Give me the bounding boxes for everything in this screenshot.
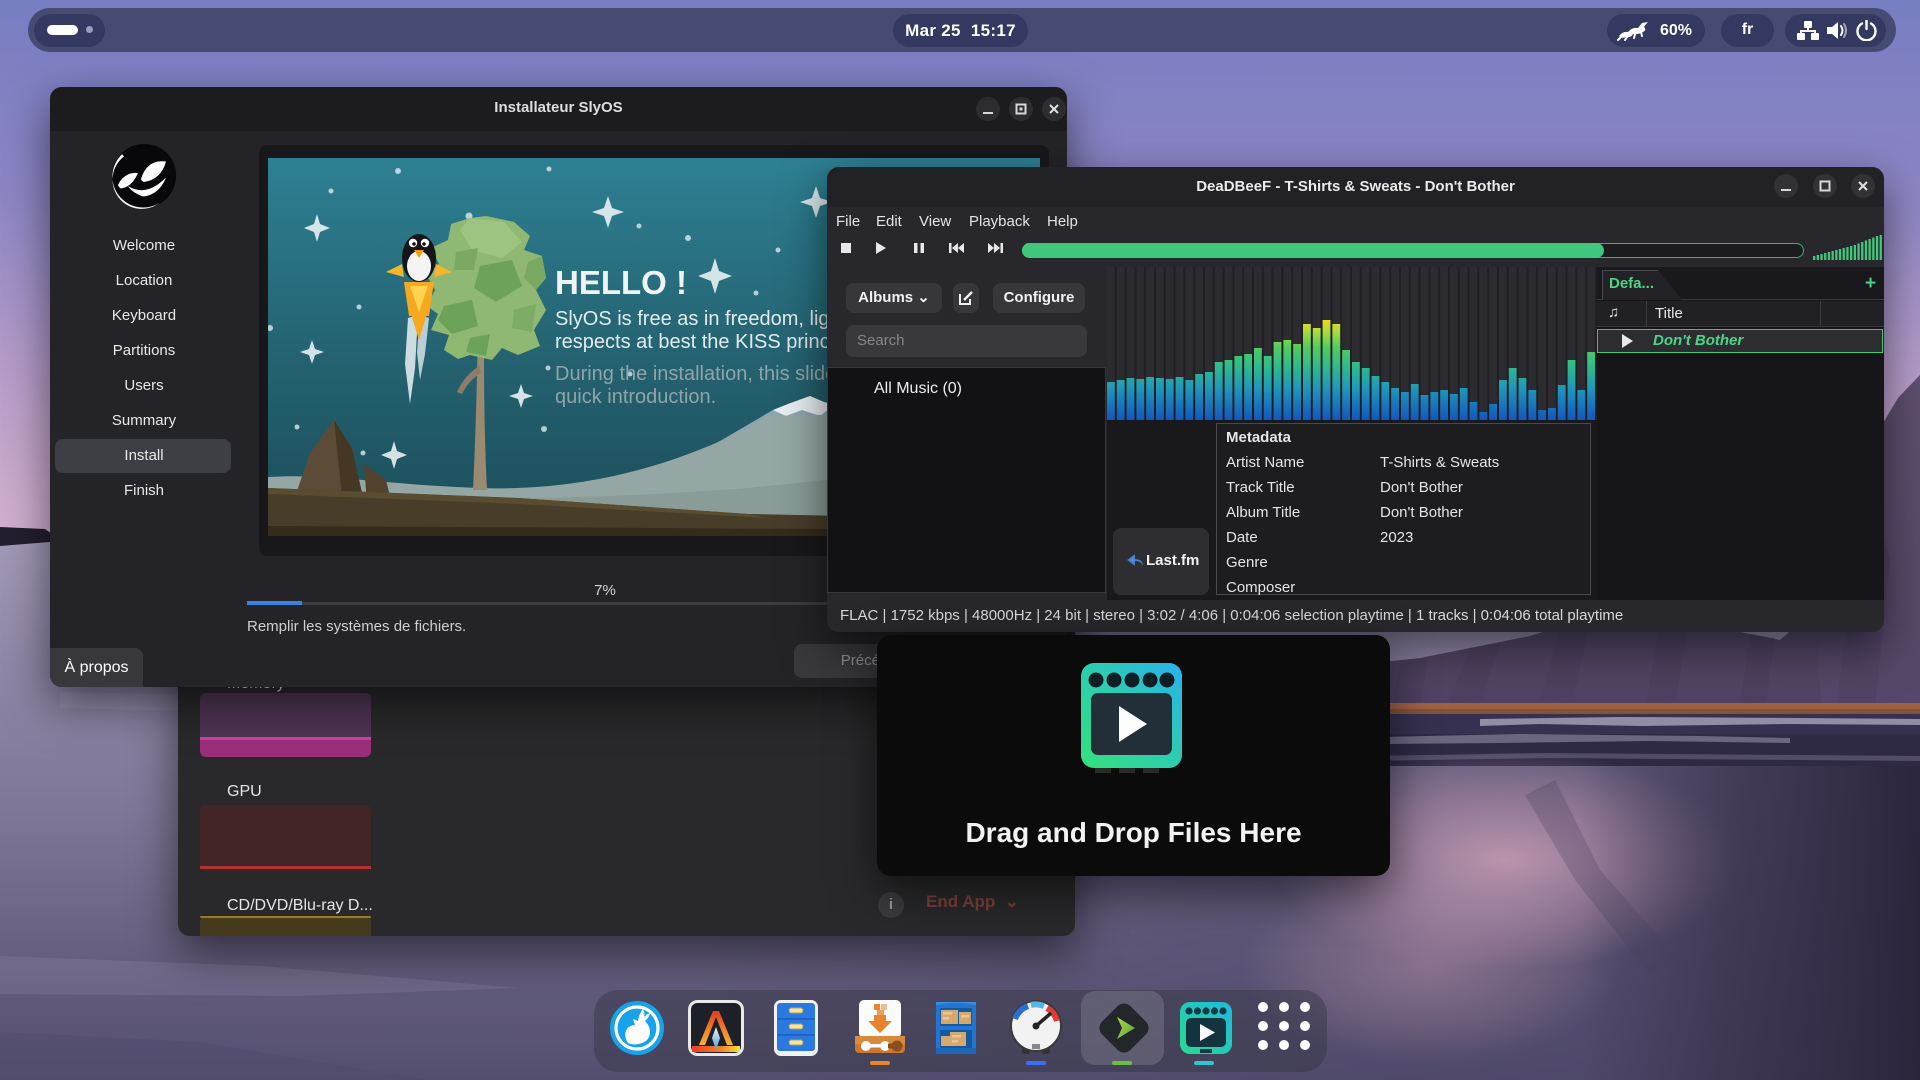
svg-text:HELLO !: HELLO !	[555, 264, 687, 301]
svg-text:quick introduction.: quick introduction.	[555, 386, 716, 408]
svg-text:respects at best the KISS prin: respects at best the KISS principle.	[555, 331, 866, 353]
